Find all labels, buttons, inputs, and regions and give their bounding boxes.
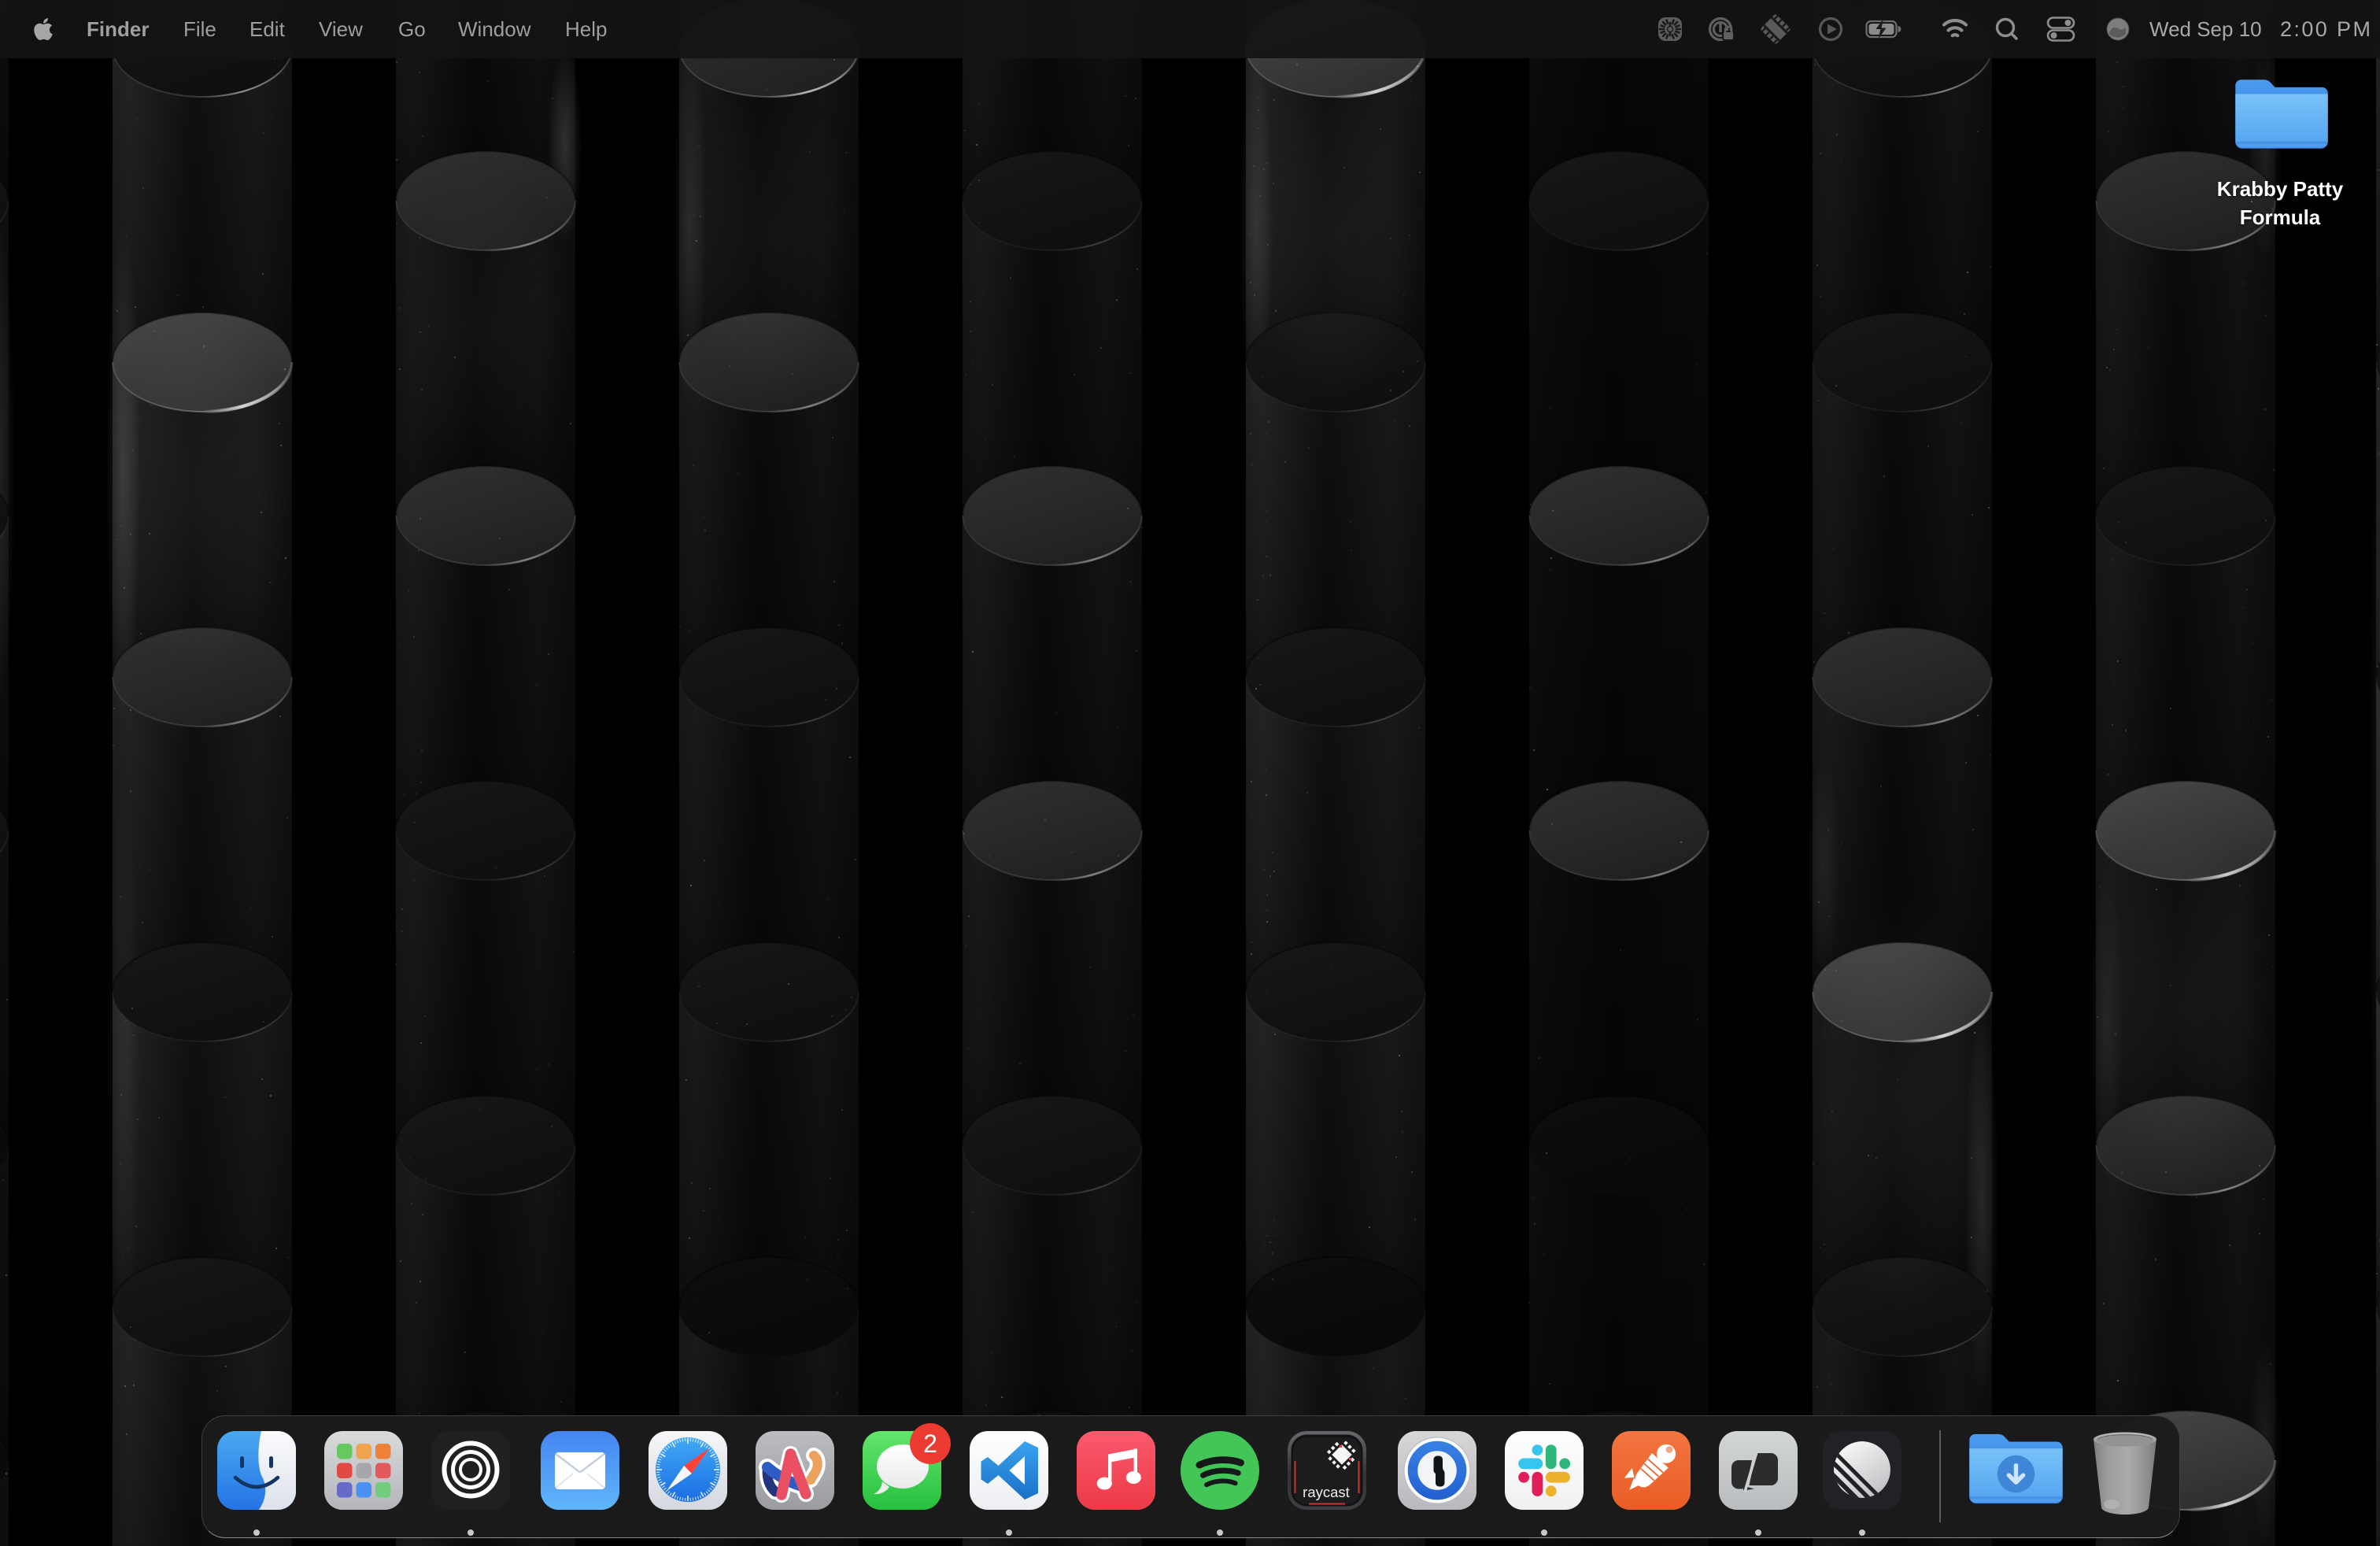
svg-text:raycast: raycast <box>1303 1484 1350 1500</box>
